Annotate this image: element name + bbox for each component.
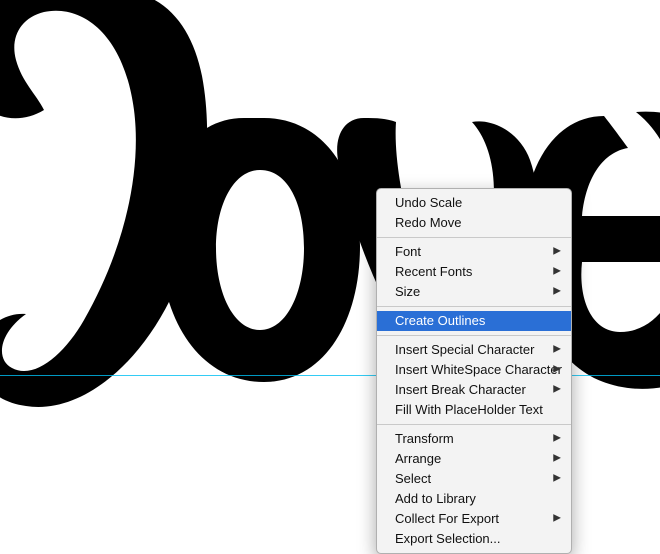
chevron-right-icon: ▶ xyxy=(553,451,561,467)
menu-item-label: Size xyxy=(395,284,420,299)
menu-item-label: Recent Fonts xyxy=(395,264,472,279)
menu-item-redo-move[interactable]: Redo Move xyxy=(377,213,571,233)
menu-item-add-to-library[interactable]: Add to Library xyxy=(377,489,571,509)
menu-separator xyxy=(377,237,571,238)
menu-item-collect-for-export[interactable]: Collect For Export ▶ xyxy=(377,509,571,529)
menu-item-label: Undo Scale xyxy=(395,195,462,210)
menu-item-label: Collect For Export xyxy=(395,511,499,526)
menu-item-size[interactable]: Size ▶ xyxy=(377,282,571,302)
menu-item-insert-special-character[interactable]: Insert Special Character ▶ xyxy=(377,340,571,360)
menu-item-label: Redo Move xyxy=(395,215,461,230)
menu-item-create-outlines[interactable]: Create Outlines xyxy=(377,311,571,331)
design-canvas[interactable]: Undo ScaleRedo MoveFont▶Recent Fonts▶Siz… xyxy=(0,0,660,543)
menu-item-fill-with-placeholder-text[interactable]: Fill With PlaceHolder Text xyxy=(377,400,571,420)
chevron-right-icon: ▶ xyxy=(553,342,561,358)
menu-item-undo-scale[interactable]: Undo Scale xyxy=(377,193,571,213)
chevron-right-icon: ▶ xyxy=(553,284,561,300)
menu-item-insert-break-character[interactable]: Insert Break Character ▶ xyxy=(377,380,571,400)
menu-item-label: Insert WhiteSpace Character xyxy=(395,362,562,377)
menu-item-arrange[interactable]: Arrange ▶ xyxy=(377,449,571,469)
menu-item-label: Font xyxy=(395,244,421,259)
menu-item-label: Select xyxy=(395,471,431,486)
menu-item-export-selection[interactable]: Export Selection... xyxy=(377,529,571,549)
menu-item-label: Insert Special Character xyxy=(395,342,534,357)
menu-item-label: Fill With PlaceHolder Text xyxy=(395,402,543,417)
menu-item-recent-fonts[interactable]: Recent Fonts ▶ xyxy=(377,262,571,282)
menu-item-font[interactable]: Font ▶ xyxy=(377,242,571,262)
chevron-right-icon: ▶ xyxy=(553,382,561,398)
chevron-right-icon: ▶ xyxy=(553,264,561,280)
chevron-right-icon: ▶ xyxy=(553,471,561,487)
menu-item-insert-whitespace-character[interactable]: Insert WhiteSpace Character▶ xyxy=(377,360,571,380)
chevron-right-icon: ▶ xyxy=(553,511,561,527)
context-menu[interactable]: Undo ScaleRedo MoveFont▶Recent Fonts▶Siz… xyxy=(376,188,572,554)
menu-item-label: Insert Break Character xyxy=(395,382,526,397)
menu-separator xyxy=(377,424,571,425)
menu-item-select[interactable]: Select ▶ xyxy=(377,469,571,489)
menu-separator xyxy=(377,306,571,307)
menu-item-transform[interactable]: Transform ▶ xyxy=(377,429,571,449)
menu-item-label: Arrange xyxy=(395,451,441,466)
menu-item-label: Add to Library xyxy=(395,491,476,506)
chevron-right-icon: ▶ xyxy=(553,431,561,447)
menu-item-label: Transform xyxy=(395,431,454,446)
chevron-right-icon: ▶ xyxy=(553,244,561,260)
menu-item-label: Export Selection... xyxy=(395,531,501,546)
menu-item-label: Create Outlines xyxy=(395,313,485,328)
menu-separator xyxy=(377,335,571,336)
chevron-right-icon: ▶ xyxy=(553,362,561,378)
